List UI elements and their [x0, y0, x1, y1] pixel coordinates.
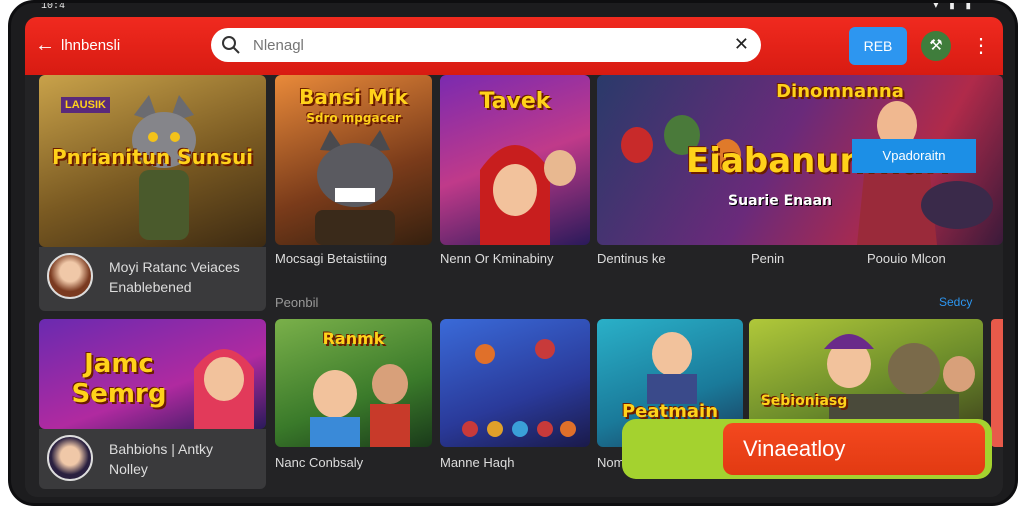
kids-character-art — [310, 364, 410, 447]
status-time: 10:4 — [41, 1, 66, 12]
avatar — [47, 435, 93, 481]
featured-info: Moyi Ratanc Veiaces Enablebened — [39, 247, 266, 311]
hooded-hero-art — [480, 145, 576, 245]
banner-title: Dinomnanna — [776, 81, 904, 102]
wrench-icon[interactable]: ⚒ — [921, 31, 951, 61]
game-title-art: Bansi Mik — [299, 85, 408, 109]
next-card-peek[interactable] — [991, 319, 1003, 447]
game-card[interactable]: Tavek Nenn Or Kminabiny — [440, 75, 590, 275]
info-line: Enablebened — [109, 279, 192, 295]
info-line: Moyi Ratanc Veiaces — [109, 259, 240, 275]
search-bar[interactable]: ✕ — [211, 28, 761, 62]
game-title-art: Pnrianitun Sunsui — [51, 145, 254, 169]
banner-subline: Suarie Enaan — [728, 193, 832, 209]
game-card[interactable]: Ranmk Nanc Conbsaly — [275, 319, 432, 479]
game-title: Nanc Conbsaly — [275, 455, 364, 470]
featured-info: Bahbiohs | Antky Nolley — [39, 429, 266, 489]
game-card[interactable]: Jamc Semrg Bahbiohs | Antky Nolley — [39, 319, 266, 489]
info-text: Moyi Ratanc Veiaces Enablebened — [109, 257, 240, 297]
info-text: Bahbiohs | Antky Nolley — [109, 439, 213, 479]
game-title: Nenn Or Kminabiny — [440, 251, 554, 266]
status-bar: 10:4 ▾ ▮ ▮ — [11, 3, 1015, 17]
wolf-character-art — [132, 95, 196, 240]
superhero-group-art — [462, 339, 576, 437]
game-thumbnail: Tavek — [440, 75, 590, 245]
game-title: Mocsagi Betaistiing — [275, 251, 387, 266]
avatar — [47, 253, 93, 299]
game-thumbnail: Jamc Semrg — [39, 319, 266, 429]
section-label: Peonbil — [275, 295, 319, 310]
game-badge: LAUSIK — [61, 97, 110, 113]
game-card[interactable]: Manne Haqh — [440, 319, 590, 479]
game-thumbnail: Pnrianitun Sunsui LAUSIK — [39, 75, 266, 247]
banner-cta-chip[interactable]: Vpadoraitn — [852, 139, 976, 173]
top-bar: ← lhnbensli ✕ REB ⚒ ⋮ — [25, 17, 1003, 75]
more-vert-icon[interactable]: ⋮ — [971, 31, 991, 61]
game-title-art: Jamc Semrg — [71, 349, 167, 409]
game-title-art: Tavek — [479, 89, 551, 114]
info-line: Nolley — [109, 461, 148, 477]
cta-label: Vinaeatloy — [723, 423, 985, 475]
game-title: Manne Haqh — [440, 455, 515, 470]
game-thumbnail: Bansi Mik Sdro mpgacer — [275, 75, 432, 245]
see-all-link[interactable]: Sedcy — [939, 295, 972, 309]
game-card[interactable]: Bansi Mik Sdro mpgacer Mocsagi Betaistii… — [275, 75, 432, 275]
search-input[interactable] — [253, 34, 713, 56]
game-card[interactable]: Pnrianitun Sunsui LAUSIK Moyi Ratanc Vei… — [39, 75, 266, 311]
action-button[interactable]: REB — [849, 27, 907, 65]
game-thumbnail: Ranmk — [275, 319, 432, 447]
info-line: Bahbiohs | Antky — [109, 441, 214, 457]
search-icon — [222, 36, 240, 54]
app-screen: ← lhnbensli ✕ REB ⚒ ⋮ — [25, 17, 1003, 497]
game-title-art: Sebioniasg — [760, 393, 848, 409]
hero-character-art — [647, 332, 697, 404]
girl-character-art — [194, 349, 254, 429]
status-icons: ▾ ▮ ▮ — [933, 0, 975, 11]
game-title-art: Ranmk — [322, 329, 385, 348]
featured-banner[interactable]: Dinomnanna Eiabanunnial? Suarie Enaan De… — [597, 75, 1003, 275]
game-title: Poouio Mlcon — [867, 251, 946, 266]
cta-button[interactable]: Vinaeatloy — [622, 419, 992, 479]
game-title: Dentinus ke — [597, 251, 666, 266]
game-subtitle-art: Sdro mpgacer — [306, 111, 401, 125]
game-thumbnail — [440, 319, 590, 447]
game-title: Penin — [751, 251, 785, 266]
device-frame: 10:4 ▾ ▮ ▮ ← lhnbensli ✕ REB ⚒ ⋮ — [8, 0, 1018, 506]
clear-icon[interactable]: ✕ — [734, 34, 749, 55]
app-title: lhnbensli — [61, 37, 121, 54]
back-arrow-icon[interactable]: ← — [35, 34, 57, 56]
werewolf-character-art — [315, 130, 395, 245]
